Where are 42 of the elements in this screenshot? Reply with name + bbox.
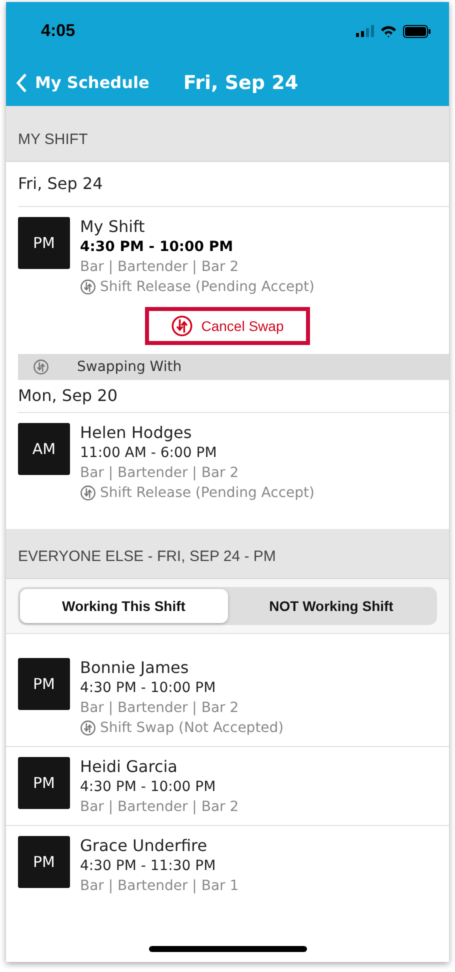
date-label: Mon, Sep 20: [18, 385, 118, 407]
shift-time: 11:00 AM - 6:00 PM: [80, 444, 218, 463]
shift-status: Shift Release (Pending Accept): [100, 484, 314, 503]
shift-detail: Bar | Bartender | Bar 2: [80, 464, 240, 483]
shift-time: 4:30 PM - 10:00 PM: [80, 238, 234, 257]
shift-time: 4:30 PM - 11:30 PM: [80, 857, 217, 876]
shift-name: Heidi Garcia: [80, 757, 178, 777]
shift-status: Shift Swap (Not Accepted): [100, 719, 284, 738]
page-title: Fri, Sep 24: [183, 70, 298, 96]
shift-badge: PM: [18, 658, 70, 710]
shift-badge: PM: [18, 217, 70, 269]
shift-time: 4:30 PM - 10:00 PM: [80, 679, 217, 698]
segment-tab[interactable]: NOT Working Shift: [228, 589, 435, 623]
shift-detail: Bar | Bartender | Bar 1: [80, 877, 239, 896]
shift-detail: Bar | Bartender | Bar 2: [80, 258, 240, 277]
shift-name: Grace Underfire: [80, 836, 208, 856]
swap-icon: [80, 485, 96, 501]
swap-icon: [33, 359, 49, 375]
section-header: MY SHIFT: [6, 106, 449, 162]
shift-name: Helen Hodges: [80, 423, 193, 443]
shift-time: 4:30 PM - 10:00 PM: [80, 778, 217, 797]
shift-badge: AM: [18, 423, 70, 475]
cancel-swap-button[interactable]: Cancel Swap: [145, 307, 310, 345]
shift-badge: PM: [18, 836, 70, 888]
shift-detail: Bar | Bartender | Bar 2: [80, 699, 240, 718]
shift-status: Shift Release (Pending Accept): [100, 278, 314, 297]
swap-icon: [80, 279, 96, 295]
shift-badge: PM: [18, 757, 70, 809]
shift-name: My Shift: [80, 217, 146, 237]
battery-icon: [403, 24, 431, 38]
swap-icon: [80, 720, 96, 736]
back-chevron-icon: [16, 73, 27, 93]
date-label: Fri, Sep 24: [18, 173, 103, 195]
wifi-icon: [380, 24, 397, 38]
shift-detail: Bar | Bartender | Bar 2: [80, 798, 239, 817]
swap-icon: [171, 315, 194, 337]
segment-tab[interactable]: Working This Shift: [20, 589, 228, 623]
status-time: 4:05: [41, 20, 76, 42]
swapping-with-label: Swapping With: [77, 358, 182, 376]
shift-name: Bonnie James: [80, 658, 190, 678]
section-header: EVERYONE ELSE - FRI, SEP 24 - PM: [6, 529, 449, 579]
signal-icon: [356, 25, 374, 37]
